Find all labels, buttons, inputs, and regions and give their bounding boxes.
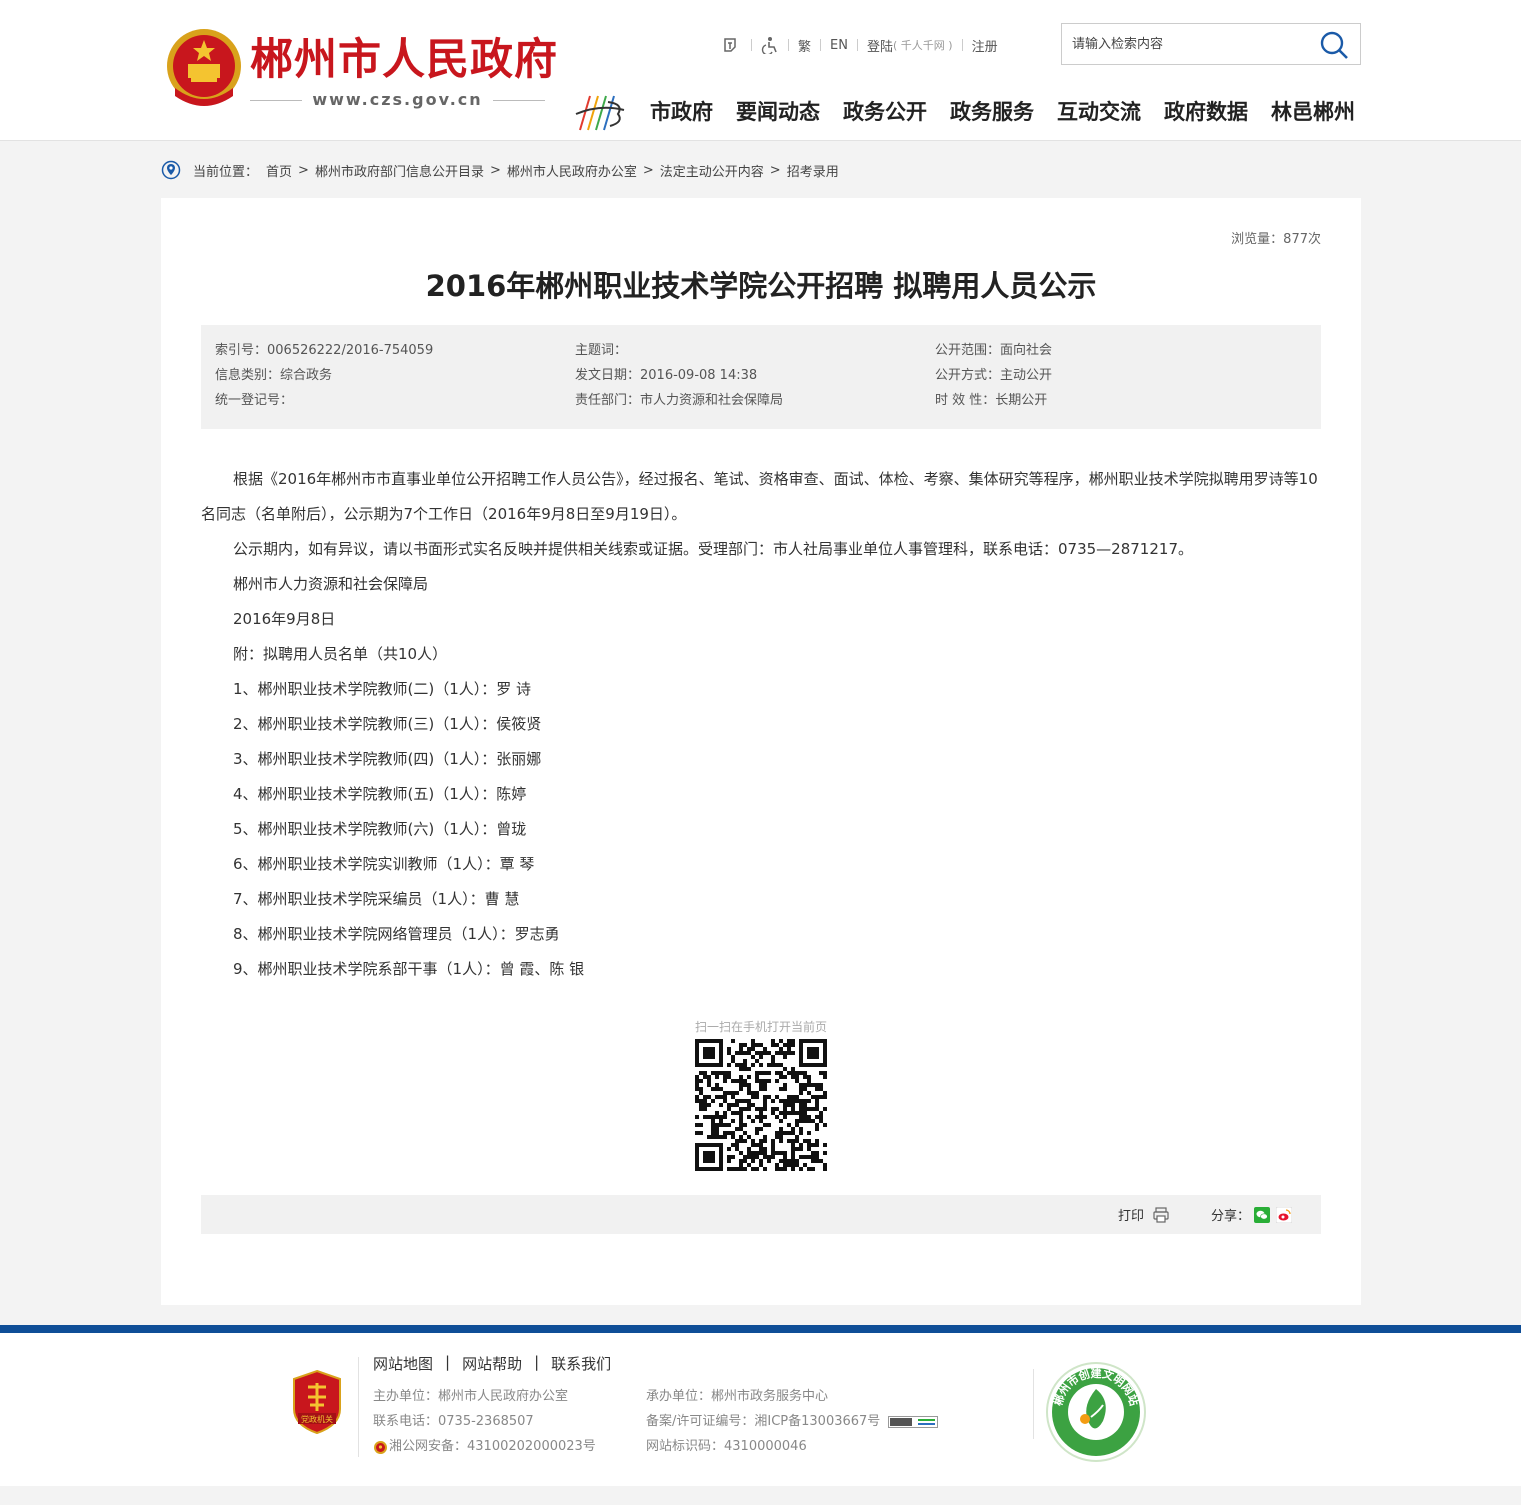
action-bar: 打印 分享：: [201, 1195, 1321, 1234]
weibo-icon[interactable]: [1276, 1206, 1293, 1223]
printer-icon: [1153, 1206, 1169, 1223]
location-pin-icon: [161, 160, 181, 180]
meta-date: 发文日期：2016-09-08 14:38: [575, 368, 758, 383]
main-nav: 市政府 要闻动态 政务公开 政务服务 互动交流 政府数据 林邑郴州: [650, 96, 1355, 128]
contact-link[interactable]: 联系我们: [551, 1353, 611, 1374]
breadcrumb-item[interactable]: 首页: [266, 161, 292, 180]
login-sub-label: ( 千人千网 ): [892, 39, 953, 52]
article-meta: 索引号：006526222/2016-754059 信息类别：综合政务 统一登记…: [201, 325, 1321, 429]
breadcrumb-item[interactable]: 招考录用: [787, 161, 839, 180]
help-link[interactable]: 网站帮助: [462, 1353, 522, 1374]
civilized-website-badge-icon[interactable]: 郴州市创建文明网站: [1045, 1361, 1147, 1463]
nav-item[interactable]: 政务公开: [843, 96, 927, 128]
svg-text:党政机关: 党政机关: [301, 1414, 333, 1424]
site-footer: 党政机关 网站地图 | 网站帮助 | 联系我们 主办单位：郴州市人民政府办公室 …: [0, 1333, 1521, 1486]
breadcrumb-item[interactable]: 郴州市政府部门信息公开目录: [315, 161, 484, 180]
footer-icp[interactable]: 备案/许可证编号：湘ICP备13003667号: [646, 1413, 939, 1431]
login-link[interactable]: 登陆: [867, 36, 893, 55]
share-group: 分享：: [1211, 1205, 1293, 1224]
footer-police-record[interactable]: 湘公网安备：43100202000023号: [373, 1438, 596, 1456]
list-item: 7、郴州职业技术学院采编员（1人）：曹 慧: [233, 890, 520, 908]
accessibility-icon[interactable]: [761, 36, 779, 54]
cnzz-icon[interactable]: [888, 1416, 939, 1428]
icp-text: 备案/许可证编号：湘ICP备13003667号: [646, 1414, 881, 1429]
list-item: 4、郴州职业技术学院教师(五)（1人）：陈婷: [233, 785, 527, 803]
city-logo-icon: [575, 95, 625, 131]
nav-item[interactable]: 市政府: [650, 96, 713, 128]
print-label: 打印: [1118, 1209, 1145, 1224]
breadcrumb: 当前位置： 首页 > 郴州市政府部门信息公开目录 > 郴州市人民政府办公室 > …: [161, 158, 839, 182]
article-body: 根据《2016年郴州市市直事业单位公开招聘工作人员公告》，经过报名、笔试、资格审…: [201, 462, 1321, 987]
nav-item[interactable]: 政务服务: [950, 96, 1034, 128]
list-item: 3、郴州职业技术学院教师(四)（1人）：张丽娜: [233, 750, 542, 768]
meta-validity: 时 效 性：长期公开: [935, 393, 1048, 408]
list-item: 2、郴州职业技术学院教师(三)（1人）：侯筱贤: [233, 715, 542, 733]
nav-item[interactable]: 林邑郴州: [1271, 96, 1355, 128]
meta-keywords: 主题词：: [575, 343, 628, 358]
footer-sponsor: 主办单位：郴州市人民政府办公室: [373, 1389, 569, 1404]
nav-item[interactable]: 互动交流: [1057, 96, 1141, 128]
list-item: 1、郴州职业技术学院教师(二)（1人）：罗 诗: [233, 680, 532, 698]
qr-code-icon: [695, 1039, 827, 1171]
list-item: 5、郴州职业技术学院教师(六)（1人）：曾珑: [233, 820, 527, 838]
font-size-icon[interactable]: [722, 36, 742, 54]
breadcrumb-item[interactable]: 法定主动公开内容: [660, 161, 764, 180]
party-government-badge-icon[interactable]: 党政机关: [290, 1369, 344, 1435]
meta-info-type: 信息类别：综合政务: [215, 368, 333, 383]
nav-item[interactable]: 要闻动态: [736, 96, 820, 128]
police-badge-icon: [374, 1440, 387, 1454]
body-paragraph: 公示期内，如有异议，请以书面形式实名反映并提供相关线索或证据。受理部门：市人社局…: [233, 540, 1193, 558]
footer-phone: 联系电话：0735-2368507: [373, 1414, 534, 1429]
register-link[interactable]: 注册: [972, 36, 998, 55]
meta-scope: 公开范围：面向社会: [935, 343, 1053, 358]
qr-caption: 扫一扫在手机打开当前页: [694, 1020, 827, 1034]
wechat-icon[interactable]: [1254, 1206, 1271, 1223]
sitemap-link[interactable]: 网站地图: [373, 1353, 433, 1374]
nav-item[interactable]: 政府数据: [1164, 96, 1248, 128]
site-header: 郴州市人民政府 www.czs.gov.cn 繁 EN 登陆 ( 千人千网 ) …: [0, 0, 1521, 141]
site-name[interactable]: 郴州市人民政府: [250, 34, 558, 86]
footer-divider: [0, 1325, 1521, 1333]
list-item: 9、郴州职业技术学院系部干事（1人）：曾 霞、陈 银: [233, 960, 585, 978]
list-item: 8、郴州职业技术学院网络管理员（1人）：罗志勇: [233, 925, 560, 943]
list-item: 6、郴州职业技术学院实训教师（1人）：覃 琴: [233, 855, 535, 873]
police-record-text: 湘公网安备：43100202000023号: [389, 1439, 596, 1454]
search-icon[interactable]: [1318, 29, 1350, 61]
view-count: 浏览量：877次: [1231, 232, 1321, 247]
search-box: [1061, 23, 1361, 65]
breadcrumb-label: 当前位置：: [193, 164, 259, 180]
body-paragraph: 郴州市人力资源和社会保障局: [233, 575, 429, 593]
search-input[interactable]: [1072, 33, 1312, 55]
article-title: 2016年郴州职业技术学院公开招聘 拟聘用人员公示: [425, 269, 1097, 303]
national-emblem-icon[interactable]: [163, 26, 245, 110]
english-link[interactable]: EN: [830, 38, 848, 53]
body-paragraph: 根据《2016年郴州市市直事业单位公开招聘工作人员公告》，经过报名、笔试、资格审…: [201, 470, 1318, 523]
share-label: 分享：: [1211, 1209, 1251, 1224]
print-button[interactable]: 打印: [1118, 1205, 1170, 1224]
footer-organizer: 承办单位：郴州市政务服务中心: [646, 1389, 829, 1404]
traditional-chinese-link[interactable]: 繁: [798, 36, 811, 55]
footer-links: 网站地图 | 网站帮助 | 联系我们: [373, 1353, 612, 1374]
footer-site-id: 网站标识码：4310000046: [646, 1439, 807, 1454]
body-paragraph: 2016年9月8日: [233, 610, 336, 628]
body-paragraph: 附：拟聘用人员名单（共10人）: [233, 645, 448, 663]
meta-dept: 责任部门：市人力资源和社会保障局: [575, 393, 784, 408]
article-panel: 浏览量：877次 2016年郴州职业技术学院公开招聘 拟聘用人员公示 索引号：0…: [161, 198, 1361, 1305]
meta-method: 公开方式：主动公开: [935, 368, 1053, 383]
site-url: www.czs.gov.cn: [250, 90, 545, 110]
meta-reg-no: 统一登记号：: [215, 393, 294, 408]
breadcrumb-item[interactable]: 郴州市人民政府办公室: [507, 161, 637, 180]
meta-index-no: 索引号：006526222/2016-754059: [215, 343, 434, 358]
top-links: 繁 EN 登陆 ( 千人千网 ) 注册: [722, 34, 998, 56]
